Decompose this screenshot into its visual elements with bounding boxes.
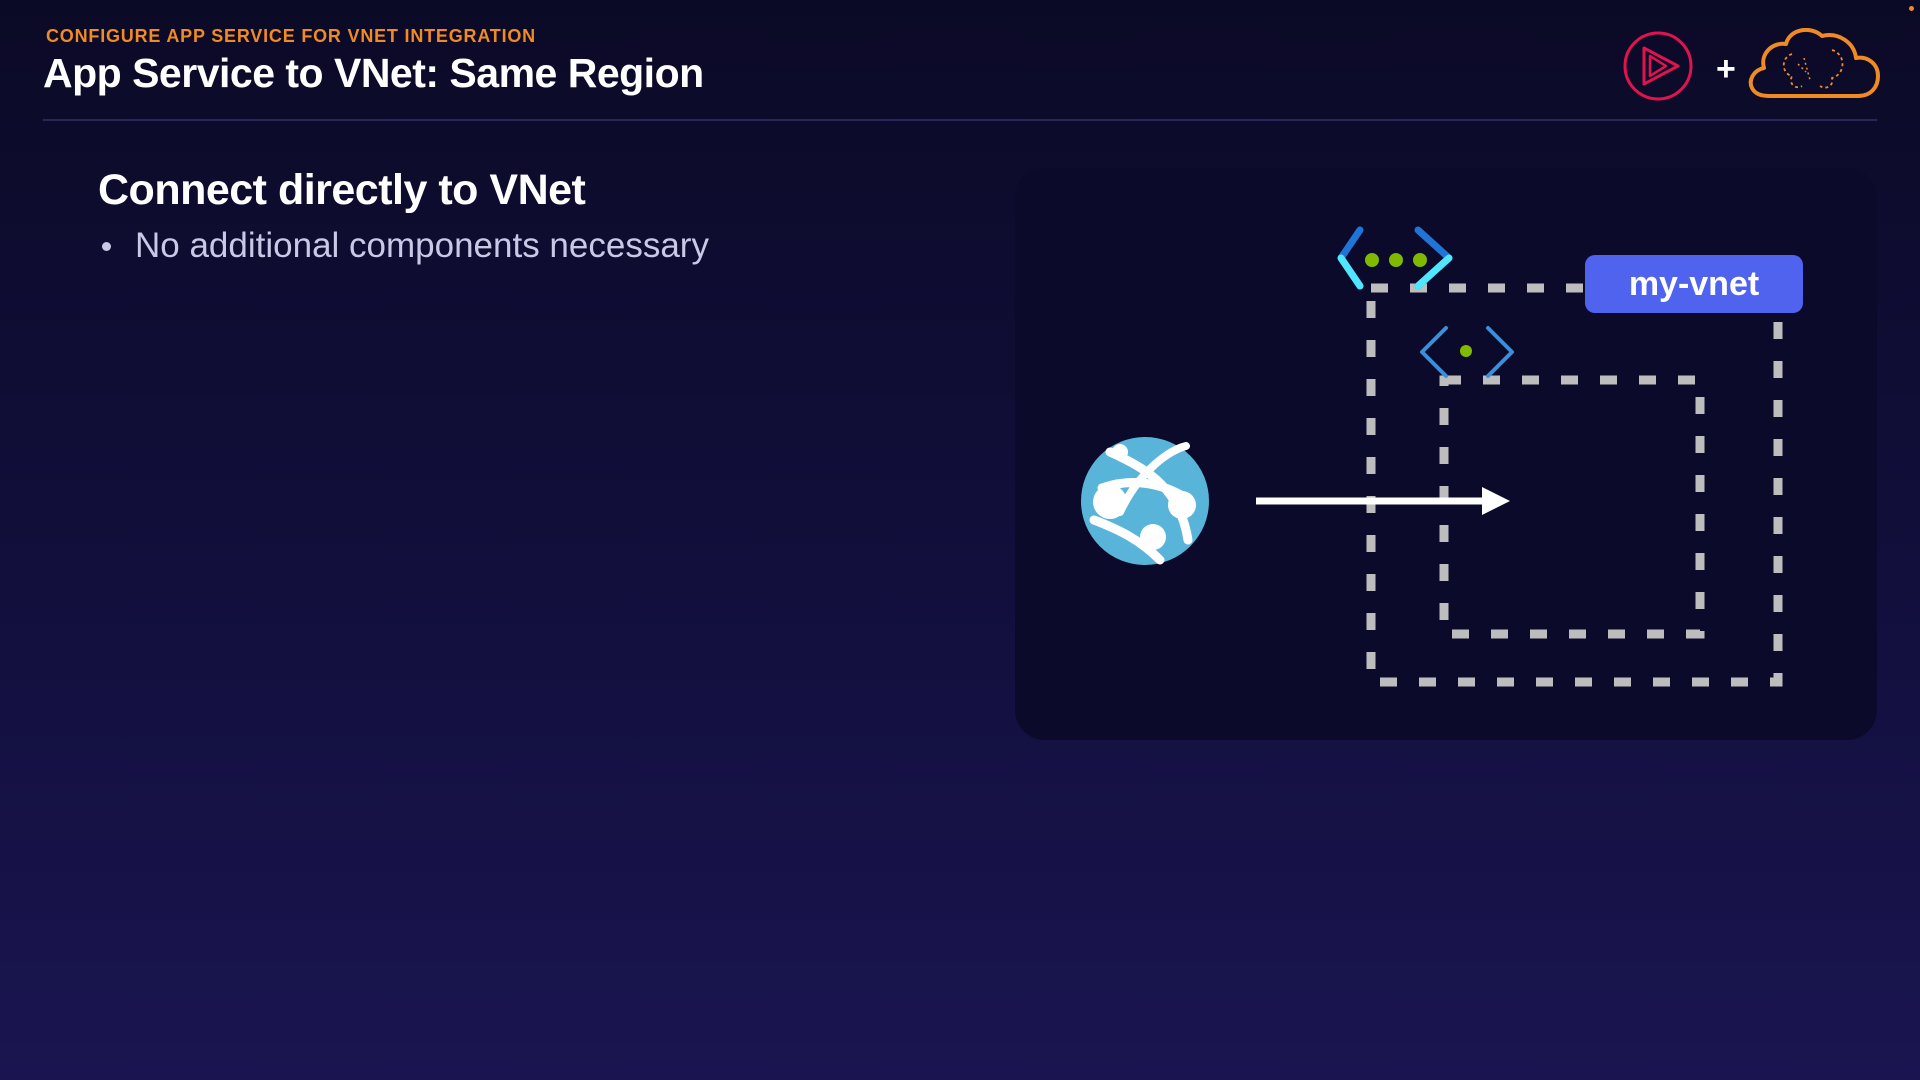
diagram-canvas — [1081, 226, 1783, 687]
subnet-icon — [1420, 326, 1514, 378]
corner-marker — [1909, 6, 1914, 11]
vnet-boundary — [1366, 283, 1783, 687]
app-service-globe-icon — [1081, 437, 1209, 565]
connection-arrow — [1256, 487, 1510, 515]
vnet-icon — [1337, 226, 1453, 290]
vnet-name-label: my-vnet — [1585, 255, 1803, 313]
